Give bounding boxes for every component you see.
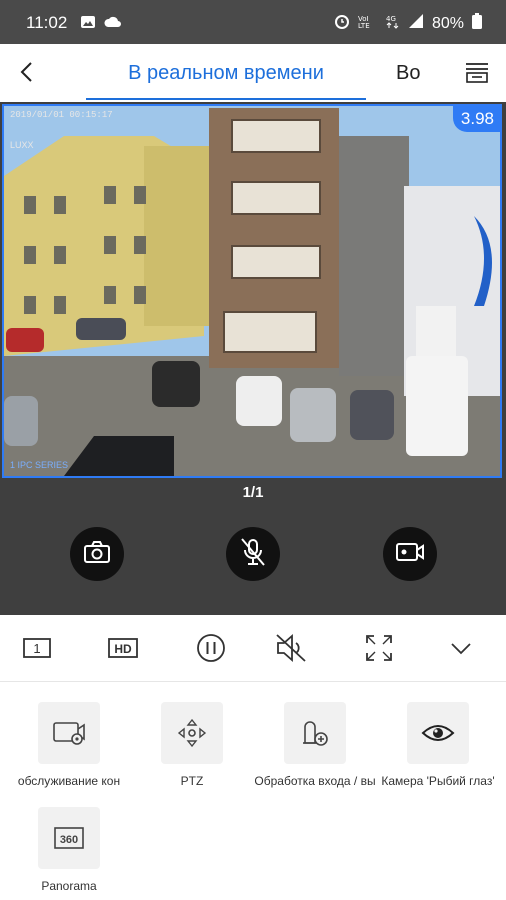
talk-button[interactable] — [226, 527, 280, 581]
signal-icon — [408, 13, 424, 34]
snapshot-button[interactable] — [70, 527, 124, 581]
gallery-icon — [80, 14, 96, 35]
svg-text:4G: 4G — [386, 15, 396, 23]
back-arrow-icon[interactable] — [16, 60, 40, 84]
pause-button[interactable] — [194, 631, 228, 665]
hd-quality-icon: HD — [108, 638, 138, 658]
record-button[interactable] — [383, 527, 437, 581]
osd-channel-label: LUXX — [10, 140, 34, 150]
microphone-muted-icon — [239, 537, 267, 572]
device-list-icon[interactable] — [464, 60, 490, 86]
app-bar: В реальном времени Во — [0, 44, 506, 102]
feature-label: обслуживание кон — [17, 774, 121, 788]
feature-label: Panorama — [41, 879, 97, 893]
chevron-down-icon — [451, 643, 471, 655]
osd-camera-label: 1 IPC SERIES — [10, 460, 69, 470]
feature-panorama[interactable]: 360 Panorama — [8, 807, 130, 893]
status-time: 11:02 — [26, 13, 68, 32]
tab-playback[interactable]: Во — [396, 62, 420, 85]
active-tab-indicator — [86, 98, 366, 100]
battery-percent: 80% — [431, 14, 464, 32]
camera-icon — [83, 540, 111, 569]
sound-muted-icon — [276, 634, 306, 662]
ptz-icon — [161, 702, 223, 764]
feature-fisheye[interactable]: Камера 'Рыбий глаз' — [377, 702, 499, 788]
quality-button[interactable]: HD — [106, 631, 140, 665]
panorama-360-icon: 360 — [38, 807, 100, 869]
split-count: 1 — [33, 641, 40, 656]
io-handling-icon — [284, 702, 346, 764]
bitrate-badge: 3.98 — [452, 106, 500, 132]
camera-feed[interactable]: 2019/01/01 00:15:17 LUXX 1 IPC SERIES 3.… — [2, 104, 502, 478]
playback-toolbar: 1 HD — [0, 615, 506, 682]
page-indicator: 1/1 — [242, 484, 264, 501]
feature-maintenance[interactable]: обслуживание кон — [8, 702, 130, 788]
svg-text:LTE: LTE — [358, 22, 370, 29]
split-screen-button[interactable]: 1 — [20, 631, 54, 665]
sound-button[interactable] — [274, 631, 308, 665]
fisheye-icon — [407, 702, 469, 764]
tab-live-label: В реальном времени — [128, 62, 324, 84]
feature-label: Обработка входа / вы — [254, 774, 376, 788]
tab-live[interactable]: В реальном времени — [86, 44, 366, 102]
alarm-icon — [334, 13, 350, 34]
volte-icon: VoI LTE — [358, 13, 378, 34]
quality-label: HD — [114, 642, 132, 656]
camera-feed-image — [4, 106, 500, 476]
more-button[interactable] — [444, 631, 478, 665]
osd-timestamp: 2019/01/01 00:15:17 — [10, 110, 113, 120]
feature-label: PTZ — [180, 774, 204, 788]
pause-icon — [197, 634, 225, 662]
fullscreen-button[interactable] — [362, 631, 396, 665]
battery-icon — [472, 13, 482, 34]
maintenance-icon — [38, 702, 100, 764]
split-screen-icon: 1 — [23, 638, 51, 658]
video-record-icon — [395, 541, 425, 568]
feature-ptz[interactable]: PTZ — [131, 702, 253, 788]
cloud-icon — [104, 14, 122, 35]
feature-io-handling[interactable]: Обработка входа / вы — [254, 702, 376, 788]
data-icon: 4G — [386, 13, 400, 34]
fullscreen-icon — [366, 635, 392, 661]
feature-label: Камера 'Рыбий глаз' — [381, 774, 495, 788]
status-bar: 11:02 VoI LTE 4G 80% — [0, 0, 506, 44]
svg-text:360: 360 — [60, 834, 78, 846]
